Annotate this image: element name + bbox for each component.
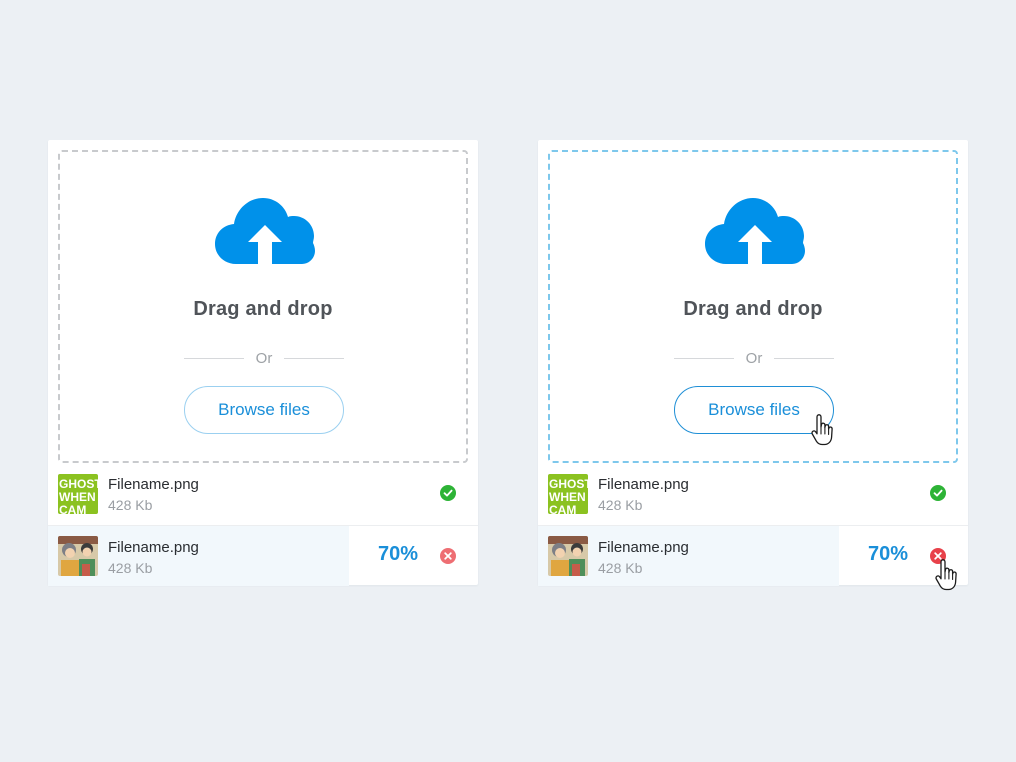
- svg-text:GHOST: GHOST: [549, 477, 588, 491]
- ghost-poster-thumbnail: GHOST WHEN CAM: [548, 474, 588, 514]
- ghost-poster-thumbnail: GHOST WHEN CAM: [58, 474, 98, 514]
- file-name: Filename.png: [598, 539, 689, 556]
- cloud-upload-icon: [215, 198, 315, 264]
- or-label: Or: [745, 349, 763, 367]
- dropzone[interactable]: Drag and drop Or Browse files: [548, 150, 958, 463]
- file-name: Filename.png: [108, 539, 199, 556]
- browse-files-button[interactable]: Browse files: [184, 386, 344, 434]
- svg-text:CAM: CAM: [59, 503, 86, 514]
- dropzone-title: Drag and drop: [683, 298, 823, 320]
- cancel-circle-icon[interactable]: [440, 548, 456, 564]
- file-name: Filename.png: [598, 476, 689, 493]
- check-circle-icon: [440, 485, 456, 501]
- upload-progress-percent: 70%: [867, 543, 908, 565]
- people-illustration-thumbnail: [548, 536, 588, 576]
- or-label: Or: [255, 349, 273, 367]
- check-circle-icon: [930, 485, 946, 501]
- divider-line: [674, 357, 734, 359]
- dropzone[interactable]: Drag and drop Or Browse files: [58, 150, 468, 463]
- file-size: 428 Kb: [108, 497, 153, 513]
- or-divider: Or: [184, 348, 345, 368]
- file-name: Filename.png: [108, 476, 199, 493]
- file-list-item-uploading: Filename.png 428 Kb 70%: [538, 525, 968, 591]
- cloud-upload-icon: [705, 198, 805, 264]
- svg-text:CAM: CAM: [549, 503, 576, 514]
- svg-text:GHOST: GHOST: [59, 477, 98, 491]
- people-illustration-thumbnail: [58, 536, 98, 576]
- divider-line: [184, 357, 244, 359]
- divider-line: [284, 357, 345, 359]
- or-divider: Or: [674, 348, 835, 368]
- svg-text:WHEN: WHEN: [549, 490, 586, 504]
- file-size: 428 Kb: [598, 560, 643, 576]
- file-list-item: GHOST WHEN CAM Filename.png 428 Kb: [48, 463, 478, 524]
- dropzone-title: Drag and drop: [193, 298, 333, 320]
- svg-text:WHEN: WHEN: [59, 490, 96, 504]
- file-upload-card-hover: Drag and drop Or Browse files GHOST WHEN…: [538, 140, 968, 591]
- file-list-item-uploading: Filename.png 428 Kb 70%: [48, 525, 478, 586]
- divider-line: [774, 357, 835, 359]
- file-list-item: GHOST WHEN CAM Filename.png 428 Kb: [538, 463, 968, 524]
- upload-progress-percent: 70%: [377, 543, 418, 565]
- file-upload-card-default: Drag and drop Or Browse files GHOST WHEN…: [48, 140, 478, 586]
- browse-files-button[interactable]: Browse files: [674, 386, 834, 434]
- file-size: 428 Kb: [108, 560, 153, 576]
- cancel-circle-icon[interactable]: [930, 548, 946, 564]
- file-size: 428 Kb: [598, 497, 643, 513]
